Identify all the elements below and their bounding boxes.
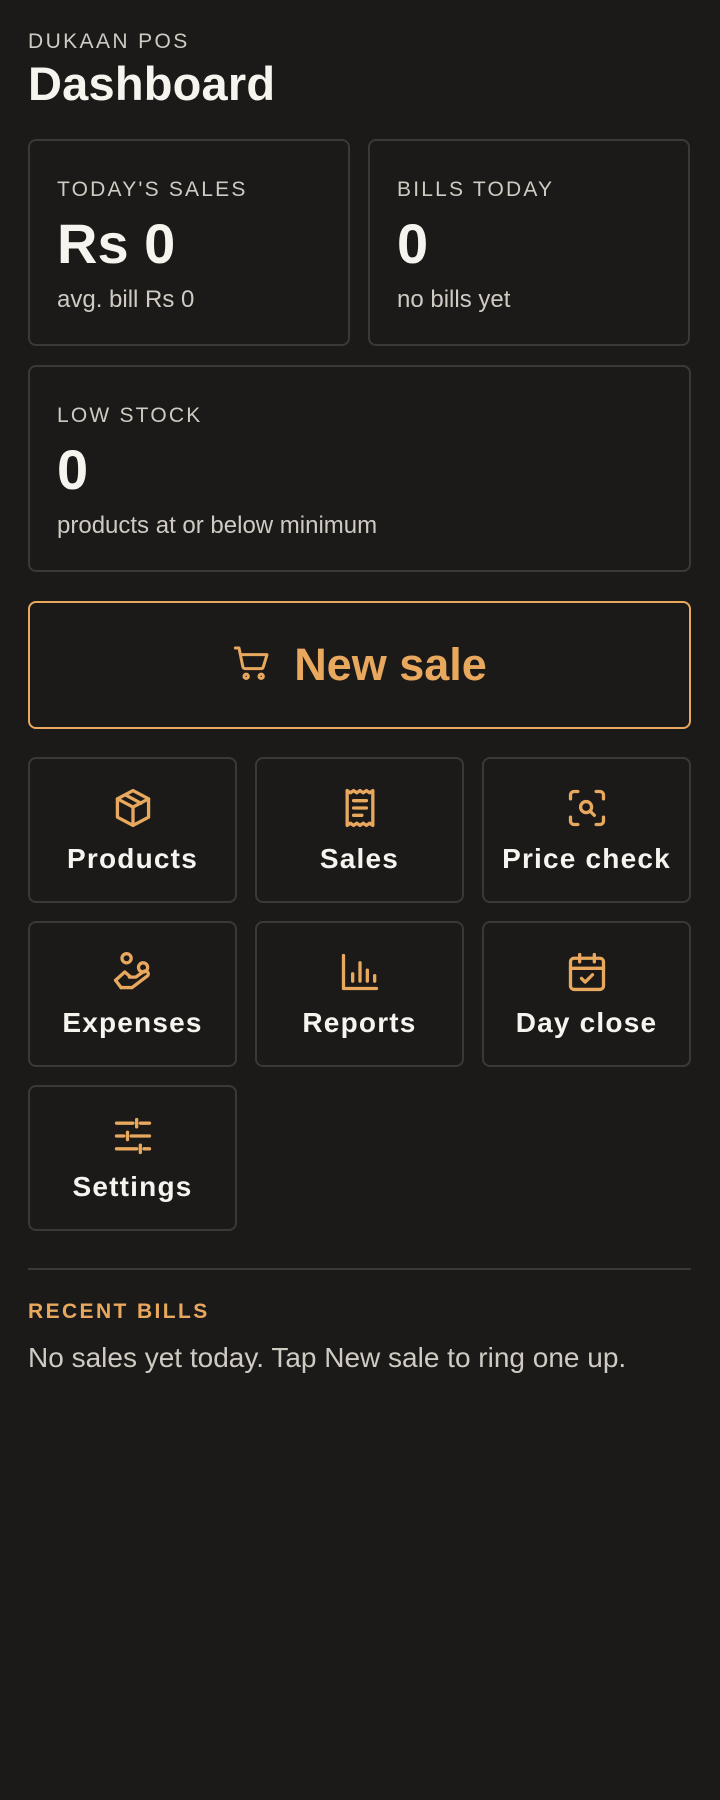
recent-bills-heading: RECENT BILLS: [28, 1300, 210, 1323]
day-close-label: Day close: [515, 1007, 658, 1038]
avg-bill-text: avg. bill Rs 0: [57, 286, 195, 313]
low-stock-card[interactable]: LOW STOCK 0 products at or below minimum: [28, 365, 691, 572]
page-title: Dashboard: [28, 57, 276, 110]
products-label: Products: [67, 843, 198, 874]
reports-tile[interactable]: Reports: [255, 921, 464, 1067]
new-sale-button[interactable]: New sale: [28, 601, 691, 729]
hand-coins-icon: [111, 950, 155, 994]
day-close-tile[interactable]: Day close: [482, 921, 691, 1067]
bills-today-label: BILLS TODAY: [397, 178, 555, 201]
low-stock-value: 0: [57, 438, 89, 501]
sales-tile[interactable]: Sales: [255, 757, 464, 903]
bills-today-value: 0: [397, 212, 429, 275]
scan-search-icon: [565, 786, 609, 830]
bills-today-card: BILLS TODAY 0 no bills yet: [368, 139, 690, 346]
new-sale-label: New sale: [294, 639, 487, 690]
section-divider: [28, 1268, 691, 1270]
sales-label: Sales: [319, 843, 400, 874]
low-stock-description: products at or below minimum: [57, 512, 378, 539]
recent-bills-empty-text: No sales yet today. Tap New sale to ring…: [28, 1342, 627, 1373]
cart-icon: [232, 643, 272, 688]
app-name: DUKAAN POS: [28, 30, 190, 53]
calendar-check-icon: [565, 950, 609, 994]
receipt-icon: [338, 786, 382, 830]
reports-label: Reports: [302, 1007, 417, 1038]
price-check-tile[interactable]: Price check: [482, 757, 691, 903]
expenses-label: Expenses: [62, 1007, 203, 1038]
bills-status-text: no bills yet: [397, 286, 511, 313]
products-tile[interactable]: Products: [28, 757, 237, 903]
settings-label: Settings: [72, 1171, 193, 1202]
settings-tile[interactable]: Settings: [28, 1085, 237, 1231]
todays-sales-label: TODAY'S SALES: [57, 178, 248, 201]
sliders-icon: [111, 1114, 155, 1158]
expenses-tile[interactable]: Expenses: [28, 921, 237, 1067]
todays-sales-card: TODAY'S SALES Rs 0 avg. bill Rs 0: [28, 139, 350, 346]
low-stock-label: LOW STOCK: [57, 404, 203, 427]
todays-sales-value: Rs 0: [57, 212, 176, 275]
box-icon: [111, 786, 155, 830]
bar-chart-icon: [338, 950, 382, 994]
price-check-label: Price check: [502, 843, 671, 874]
